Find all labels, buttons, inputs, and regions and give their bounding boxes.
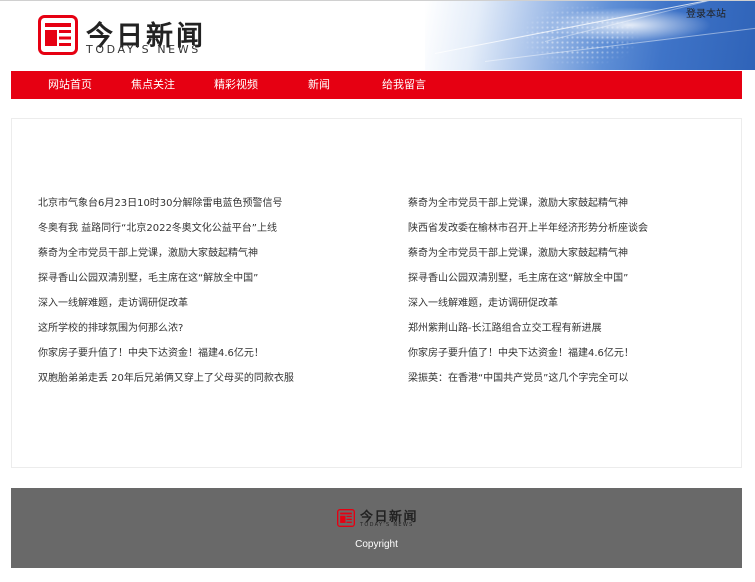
footer-logo-subtitle: TODAY'S NEWS — [360, 522, 414, 528]
nav-item-message[interactable]: 给我留言 — [382, 71, 426, 99]
news-link[interactable]: 郑州紫荆山路-长江路组合立交工程有新进展 — [408, 321, 602, 337]
news-link[interactable]: 陕西省发改委在榆林市召开上半年经济形势分析座谈会 — [408, 221, 648, 237]
banner-dot-pattern — [520, 5, 640, 67]
copyright-text: Copyright — [355, 539, 398, 550]
news-link[interactable]: 这所学校的排球氛围为何那么浓? — [38, 321, 183, 337]
news-link[interactable]: 探寻香山公园双清别墅，毛主席在这“解放全中国” — [38, 271, 258, 287]
news-link[interactable]: 蔡奇为全市党员干部上党课，激励大家鼓起精气神 — [408, 246, 628, 262]
news-link[interactable]: 蔡奇为全市党员干部上党课，激励大家鼓起精气神 — [38, 246, 258, 262]
news-link[interactable]: 北京市气象台6月23日10时30分解除雷电蓝色预警信号 — [38, 196, 283, 212]
logo-subtitle: TODAY'S NEWS — [86, 43, 201, 56]
news-link[interactable]: 深入一线解难题，走访调研促改革 — [408, 296, 558, 312]
news-link[interactable]: 你家房子要升值了！中央下达资金！福建4.6亿元！ — [38, 346, 264, 362]
nav-item-focus[interactable]: 焦点关注 — [131, 71, 175, 99]
news-link[interactable]: 探寻香山公园双清别墅，毛主席在这“解放全中国” — [408, 271, 628, 287]
news-link[interactable]: 冬奥有我 益路同行“北京2022冬奥文化公益平台”上线 — [38, 221, 277, 237]
main-nav-bar: 网站首页 焦点关注 精彩视频 新闻 给我留言 — [11, 71, 742, 99]
newspaper-logo-icon — [337, 509, 355, 527]
news-link[interactable]: 梁振英：在香港“中国共产党员”这几个字完全可以 — [408, 371, 628, 387]
nav-item-news[interactable]: 新闻 — [308, 71, 330, 99]
news-link[interactable]: 蔡奇为全市党员干部上党课，激励大家鼓起精气神 — [408, 196, 628, 212]
nav-item-home[interactable]: 网站首页 — [48, 71, 92, 99]
login-link[interactable]: 登录本站 — [686, 5, 726, 20]
newspaper-logo-icon — [38, 15, 78, 55]
site-footer: 今日新闻 TODAY'S NEWS Copyright — [11, 488, 742, 568]
news-link[interactable]: 你家房子要升值了！中央下达资金！福建4.6亿元！ — [408, 346, 634, 362]
news-link[interactable]: 深入一线解难题，走访调研促改革 — [38, 296, 188, 312]
nav-item-video[interactable]: 精彩视频 — [214, 71, 258, 99]
site-header: 今日新闻 TODAY'S NEWS 登录本站 — [0, 1, 755, 70]
news-content-panel: 北京市气象台6月23日10时30分解除雷电蓝色预警信号 冬奥有我 益路同行“北京… — [11, 118, 742, 468]
news-link[interactable]: 双胞胎弟弟走丢 20年后兄弟俩又穿上了父母买的同款衣服 — [38, 371, 294, 387]
